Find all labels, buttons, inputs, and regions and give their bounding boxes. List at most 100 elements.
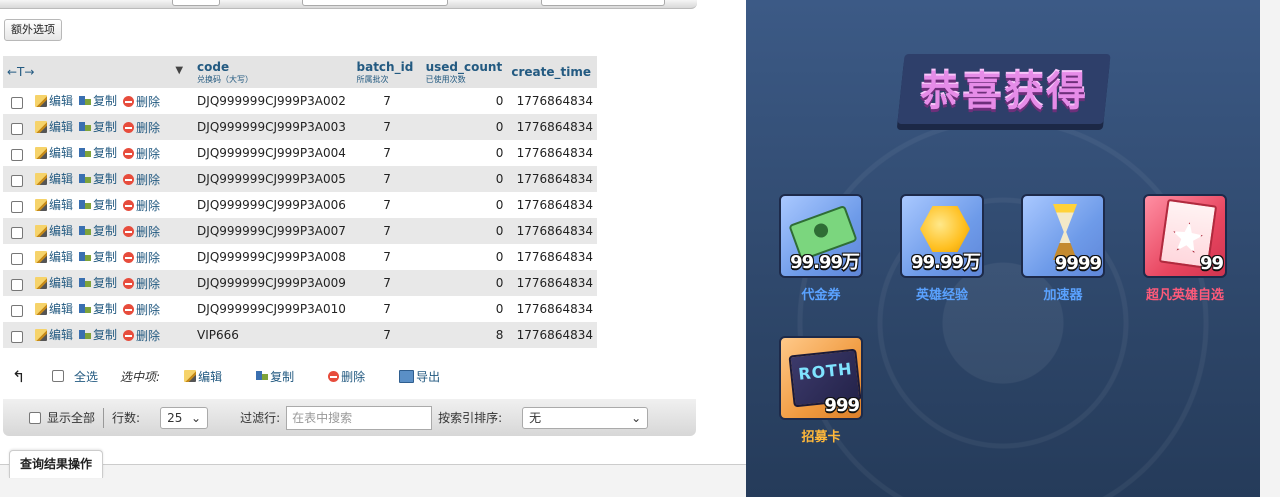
row-delete-button[interactable]: 删除 <box>123 249 160 266</box>
query-result-operations-tab[interactable]: 查询结果操作 <box>9 450 104 478</box>
cell-create-time[interactable]: 1776864834 <box>507 270 597 296</box>
cell-batch-id[interactable]: 7 <box>352 114 422 140</box>
row-copy-button[interactable]: 复制 <box>79 170 117 187</box>
row-copy-button[interactable]: 复制 <box>79 144 117 161</box>
row-edit-button[interactable]: 编辑 <box>35 196 73 213</box>
bulk-delete-button[interactable]: 删除 <box>328 368 365 385</box>
cell-code[interactable]: DJQ999999CJ999P3A004 <box>193 140 353 166</box>
cell-used-count[interactable]: 0 <box>421 166 508 192</box>
row-copy-button[interactable]: 复制 <box>79 300 117 317</box>
cell-code[interactable]: DJQ999999CJ999P3A003 <box>193 114 353 140</box>
table-row[interactable]: 编辑 复制 删除 DJQ999999CJ999P3A005 7 0 1776864834 <box>3 166 597 192</box>
table-row[interactable]: 编辑 复制 删除 DJQ999999CJ999P3A008 7 0 1776864834 <box>3 244 597 270</box>
sort-index-select[interactable]: 无 ⌄ <box>522 406 649 429</box>
cell-batch-id[interactable]: 7 <box>352 88 422 114</box>
rows-select[interactable]: 25 ⌄ <box>160 406 209 429</box>
table-row[interactable]: 编辑 复制 删除 DJQ999999CJ999P3A006 7 0 1776864834 <box>3 192 597 218</box>
cell-used-count[interactable]: 8 <box>421 322 508 348</box>
cell-code[interactable]: DJQ999999CJ999P3A006 <box>193 192 353 218</box>
cell-batch-id[interactable]: 7 <box>352 270 422 296</box>
cell-used-count[interactable]: 0 <box>421 296 508 322</box>
reward-item[interactable]: ROTH 999 招募卡 <box>776 336 866 445</box>
cell-batch-id[interactable]: 7 <box>352 192 422 218</box>
row-edit-button[interactable]: 编辑 <box>35 170 73 187</box>
show-all-checkbox[interactable] <box>29 411 41 424</box>
cell-create-time[interactable]: 1776864834 <box>507 244 597 270</box>
cell-code[interactable]: DJQ999999CJ999P3A010 <box>193 296 353 322</box>
row-copy-button[interactable]: 复制 <box>79 92 117 109</box>
reward-item[interactable]: 99.99万 代金券 <box>776 194 866 303</box>
bulk-edit-button[interactable]: 编辑 <box>184 368 222 385</box>
cell-create-time[interactable]: 1776864834 <box>507 114 597 140</box>
row-edit-button[interactable]: 编辑 <box>35 222 73 239</box>
select-all-label[interactable]: 全选 <box>74 368 98 385</box>
row-delete-button[interactable]: 删除 <box>123 223 160 240</box>
row-checkbox[interactable] <box>11 253 23 266</box>
row-copy-button[interactable]: 复制 <box>79 274 117 291</box>
cell-create-time[interactable]: 1776864834 <box>507 166 597 192</box>
row-edit-button[interactable]: 编辑 <box>35 326 73 343</box>
row-checkbox[interactable] <box>11 305 23 318</box>
table-row[interactable]: 编辑 复制 删除 DJQ999999CJ999P3A003 7 0 1776864834 <box>3 114 597 140</box>
row-edit-button[interactable]: 编辑 <box>35 274 73 291</box>
show-all-label[interactable]: 显示全部 <box>47 409 95 426</box>
row-checkbox[interactable] <box>11 201 23 214</box>
row-delete-button[interactable]: 删除 <box>123 119 160 136</box>
col-header-create-time[interactable]: create_time <box>507 56 597 88</box>
cell-used-count[interactable]: 0 <box>421 244 508 270</box>
row-checkbox[interactable] <box>11 175 23 188</box>
col-header-used-count[interactable]: used_count 已使用次数 <box>421 56 508 88</box>
cell-used-count[interactable]: 0 <box>421 270 508 296</box>
reward-item[interactable]: 99.99万 英雄经验 <box>897 194 987 303</box>
cell-batch-id[interactable]: 7 <box>352 322 422 348</box>
row-delete-button[interactable]: 删除 <box>123 275 160 292</box>
row-copy-button[interactable]: 复制 <box>79 222 117 239</box>
extra-options-button[interactable]: 额外选项 <box>4 19 62 41</box>
row-edit-button[interactable]: 编辑 <box>35 300 73 317</box>
row-edit-button[interactable]: 编辑 <box>35 92 73 109</box>
cell-create-time[interactable]: 1776864834 <box>507 88 597 114</box>
row-delete-button[interactable]: 删除 <box>123 301 160 318</box>
row-copy-button[interactable]: 复制 <box>79 196 117 213</box>
cell-code[interactable]: DJQ999999CJ999P3A007 <box>193 218 353 244</box>
col-header-batch-id[interactable]: batch_id 所属批次 <box>352 56 422 88</box>
cell-used-count[interactable]: 0 <box>421 88 508 114</box>
row-edit-button[interactable]: 编辑 <box>35 144 73 161</box>
reward-item[interactable]: 99 超凡英雄自选 <box>1140 194 1230 303</box>
table-row[interactable]: 编辑 复制 删除 DJQ999999CJ999P3A004 7 0 1776864834 <box>3 140 597 166</box>
cell-create-time[interactable]: 1776864834 <box>507 140 597 166</box>
sort-arrow-icon[interactable]: ▼ <box>175 65 183 76</box>
cell-code[interactable]: DJQ999999CJ999P3A005 <box>193 166 353 192</box>
cell-code[interactable]: DJQ999999CJ999P3A009 <box>193 270 353 296</box>
row-delete-button[interactable]: 删除 <box>123 327 160 344</box>
bulk-copy-button[interactable]: 复制 <box>256 368 294 385</box>
cell-used-count[interactable]: 0 <box>421 140 508 166</box>
row-checkbox[interactable] <box>11 331 23 344</box>
row-delete-button[interactable]: 删除 <box>123 171 160 188</box>
table-row[interactable]: 编辑 复制 删除 DJQ999999CJ999P3A002 7 0 1776864834 <box>3 88 597 114</box>
toolbar-input[interactable] <box>302 0 448 6</box>
cell-create-time[interactable]: 1776864834 <box>507 218 597 244</box>
cell-create-time[interactable]: 1776864834 <box>507 322 597 348</box>
bulk-export-button[interactable]: 导出 <box>399 368 440 385</box>
cell-batch-id[interactable]: 7 <box>352 296 422 322</box>
reward-item[interactable]: 9999 加速器 <box>1018 194 1108 303</box>
row-edit-button[interactable]: 编辑 <box>35 248 73 265</box>
column-toggle-control[interactable]: ←T→ <box>7 65 34 79</box>
cell-batch-id[interactable]: 7 <box>352 166 422 192</box>
row-copy-button[interactable]: 复制 <box>79 248 117 265</box>
row-checkbox[interactable] <box>11 227 23 240</box>
cell-code[interactable]: VIP666 <box>193 322 353 348</box>
cell-batch-id[interactable]: 7 <box>352 218 422 244</box>
table-row[interactable]: 编辑 复制 删除 DJQ999999CJ999P3A009 7 0 1776864834 <box>3 270 597 296</box>
filter-input[interactable]: 在表中搜索 <box>286 405 433 430</box>
cell-used-count[interactable]: 0 <box>421 114 508 140</box>
toolbar-select[interactable] <box>172 0 220 6</box>
row-checkbox[interactable] <box>11 279 23 292</box>
row-checkbox[interactable] <box>11 123 23 136</box>
row-delete-button[interactable]: 删除 <box>123 93 160 110</box>
cell-used-count[interactable]: 0 <box>421 192 508 218</box>
row-delete-button[interactable]: 删除 <box>123 197 160 214</box>
col-header-code[interactable]: code 兑换码（大写） <box>193 56 353 88</box>
cell-batch-id[interactable]: 7 <box>352 244 422 270</box>
